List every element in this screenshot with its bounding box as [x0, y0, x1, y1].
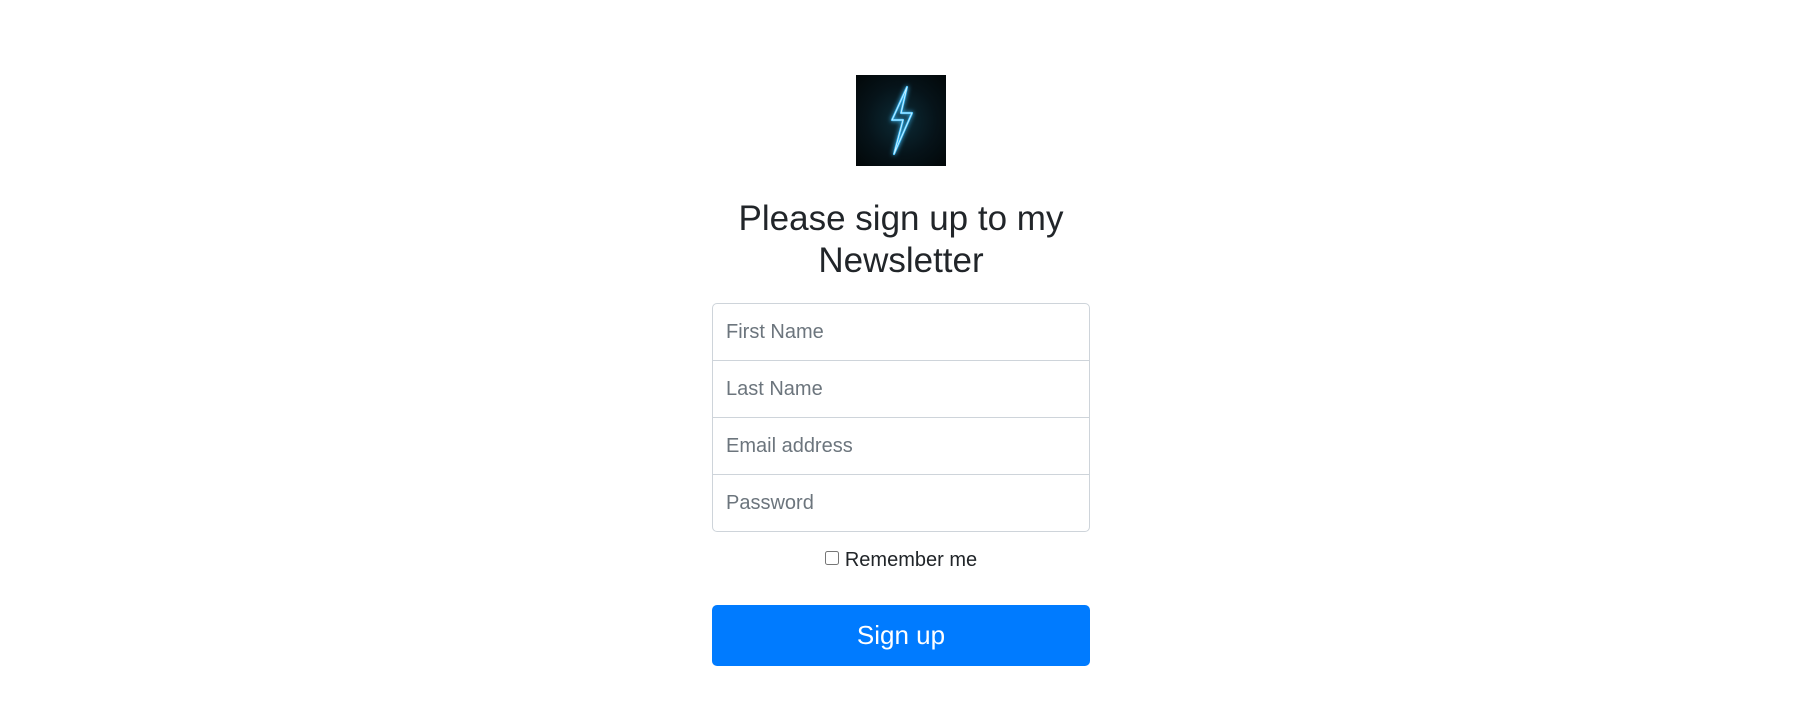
- lightning-bolt-icon: [890, 85, 914, 156]
- email-field[interactable]: [712, 417, 1090, 475]
- remember-me[interactable]: Remember me: [712, 548, 1090, 572]
- last-name-field[interactable]: [712, 360, 1090, 418]
- password-field[interactable]: [712, 474, 1090, 532]
- remember-me-checkbox[interactable]: [824, 551, 839, 565]
- input-group: [712, 303, 1090, 532]
- signup-form: Please sign up to my Newsletter Remember…: [712, 75, 1090, 666]
- sign-up-button[interactable]: Sign up: [712, 605, 1090, 666]
- remember-me-label: Remember me: [844, 549, 978, 571]
- page-title: Please sign up to my Newsletter: [738, 199, 1064, 280]
- logo: [856, 75, 946, 166]
- first-name-field[interactable]: [712, 303, 1090, 361]
